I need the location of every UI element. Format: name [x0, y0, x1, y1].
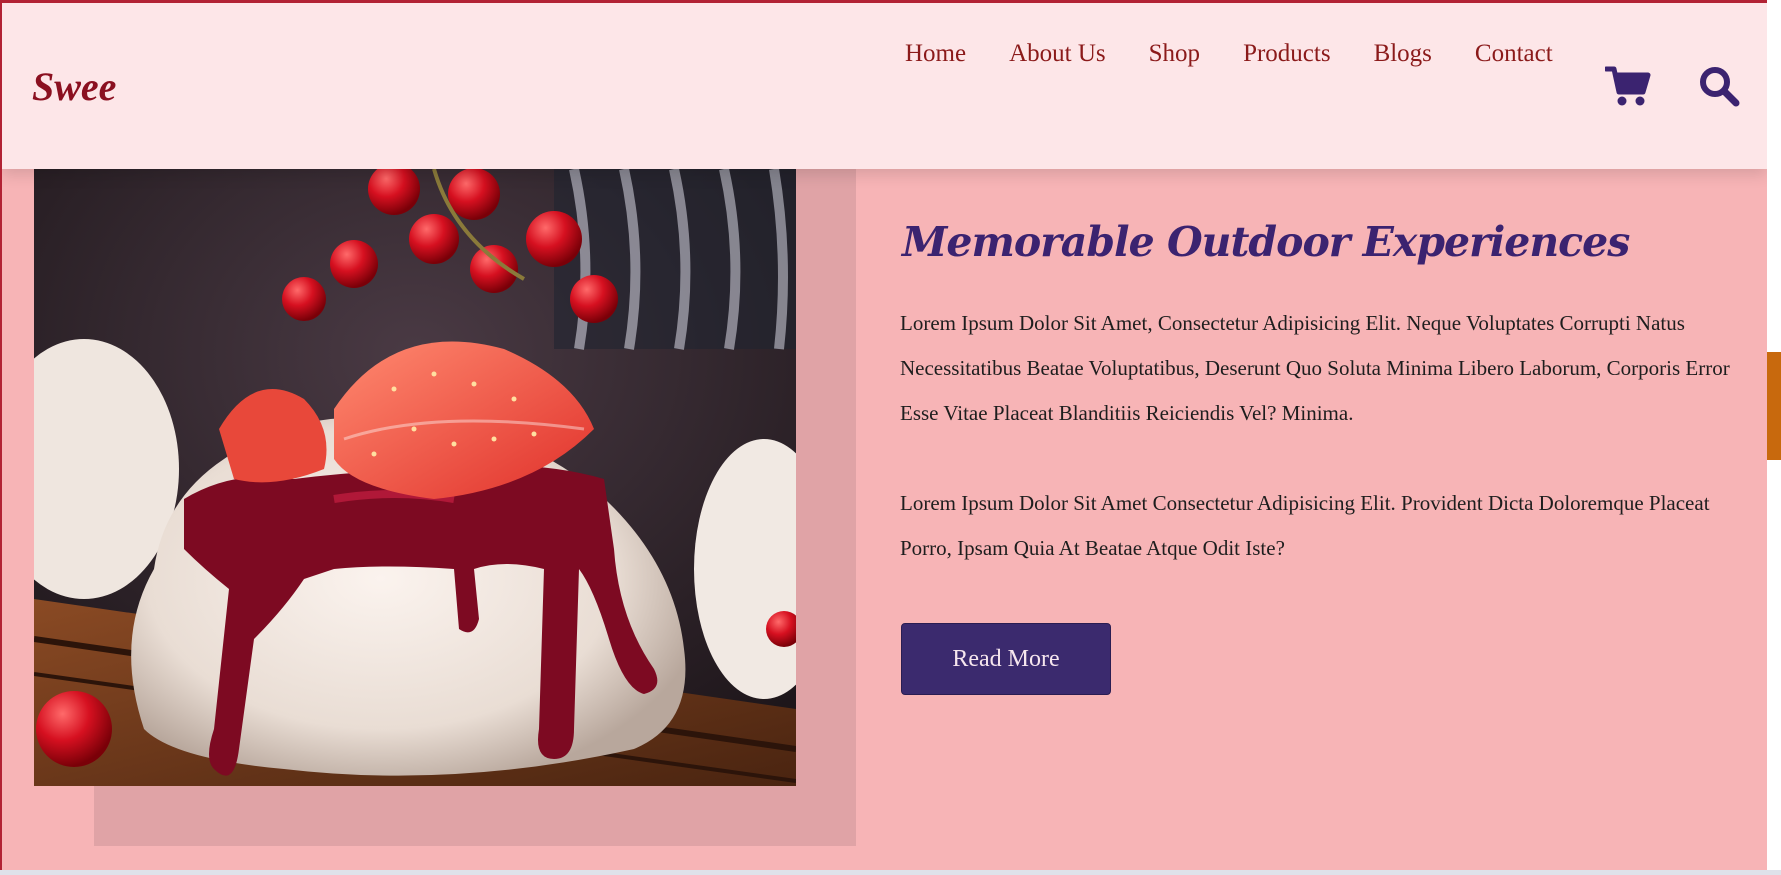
nav-blogs[interactable]: Blogs	[1374, 40, 1432, 68]
section-paragraph-1: Lorem Ipsum Dolor Sit Amet, Consectetur …	[900, 311, 1730, 425]
meringue-illustration	[34, 169, 796, 786]
cart-button[interactable]	[1604, 63, 1652, 109]
search-icon	[1700, 67, 1740, 107]
shopping-cart-icon	[1605, 66, 1651, 106]
read-more-button[interactable]: Read More	[901, 623, 1111, 695]
site-header: Swee Home About Us Shop Products Blogs C…	[2, 3, 1767, 169]
nav-about-us[interactable]: About Us	[1009, 40, 1106, 68]
section-heading: Memorable Outdoor Experiences	[902, 218, 1630, 266]
nav-products[interactable]: Products	[1243, 40, 1331, 68]
search-button[interactable]	[1695, 63, 1743, 109]
nav-contact[interactable]: Contact	[1475, 40, 1553, 68]
nav-home[interactable]: Home	[905, 40, 966, 68]
site-logo[interactable]: Swee	[32, 63, 116, 110]
page-frame: Swee Home About Us Shop Products Blogs C…	[0, 0, 1767, 870]
side-scroll-thumb[interactable]	[1767, 352, 1781, 460]
bottom-edge-strip	[0, 870, 1781, 875]
main-nav: Home About Us Shop Products Blogs Contac…	[905, 40, 1553, 68]
nav-shop[interactable]: Shop	[1149, 40, 1200, 68]
section-paragraph-2: Lorem Ipsum Dolor Sit Amet Consectetur A…	[900, 491, 1710, 560]
dessert-photo	[34, 169, 796, 786]
